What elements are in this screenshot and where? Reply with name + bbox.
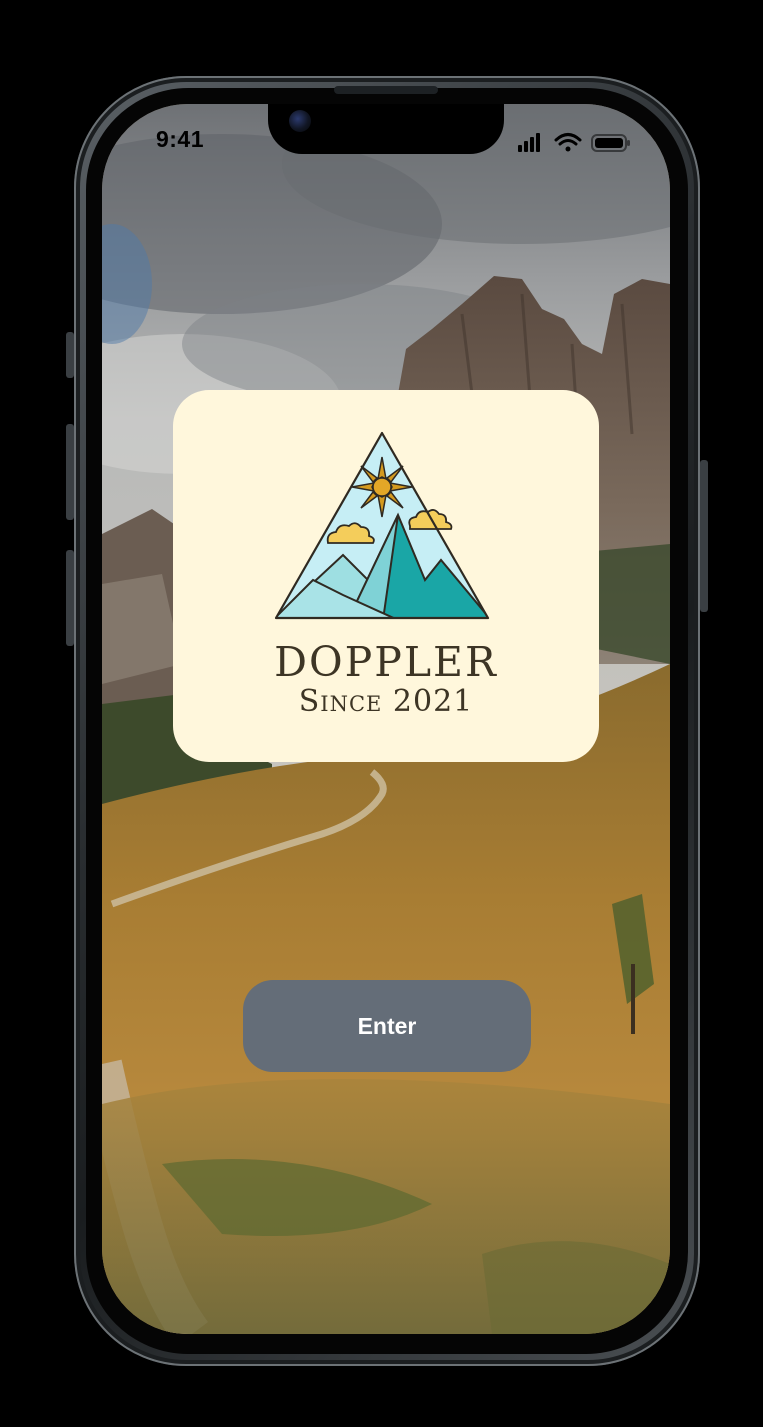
brand-name: DOPPLER [274,638,498,686]
silent-switch [66,332,74,378]
logo-card: DOPPLER Since 2021 [173,390,599,762]
status-icons [518,133,630,152]
enter-button[interactable]: Enter [243,980,531,1072]
volume-down-button [66,550,74,646]
front-camera [289,110,311,132]
volume-up-button [66,424,74,520]
cellular-signal-icon [518,133,540,152]
status-time: 9:41 [155,126,205,152]
device-mockup: 9:41 DOPPLER Since 2021 Enter [0,0,763,1427]
power-button [700,460,708,612]
mountain-sun-logo-icon [274,431,490,620]
brand-tagline: Since 2021 [298,684,474,719]
battery-icon [591,134,630,152]
earpiece-speaker [334,86,438,94]
wifi-icon [554,133,582,152]
